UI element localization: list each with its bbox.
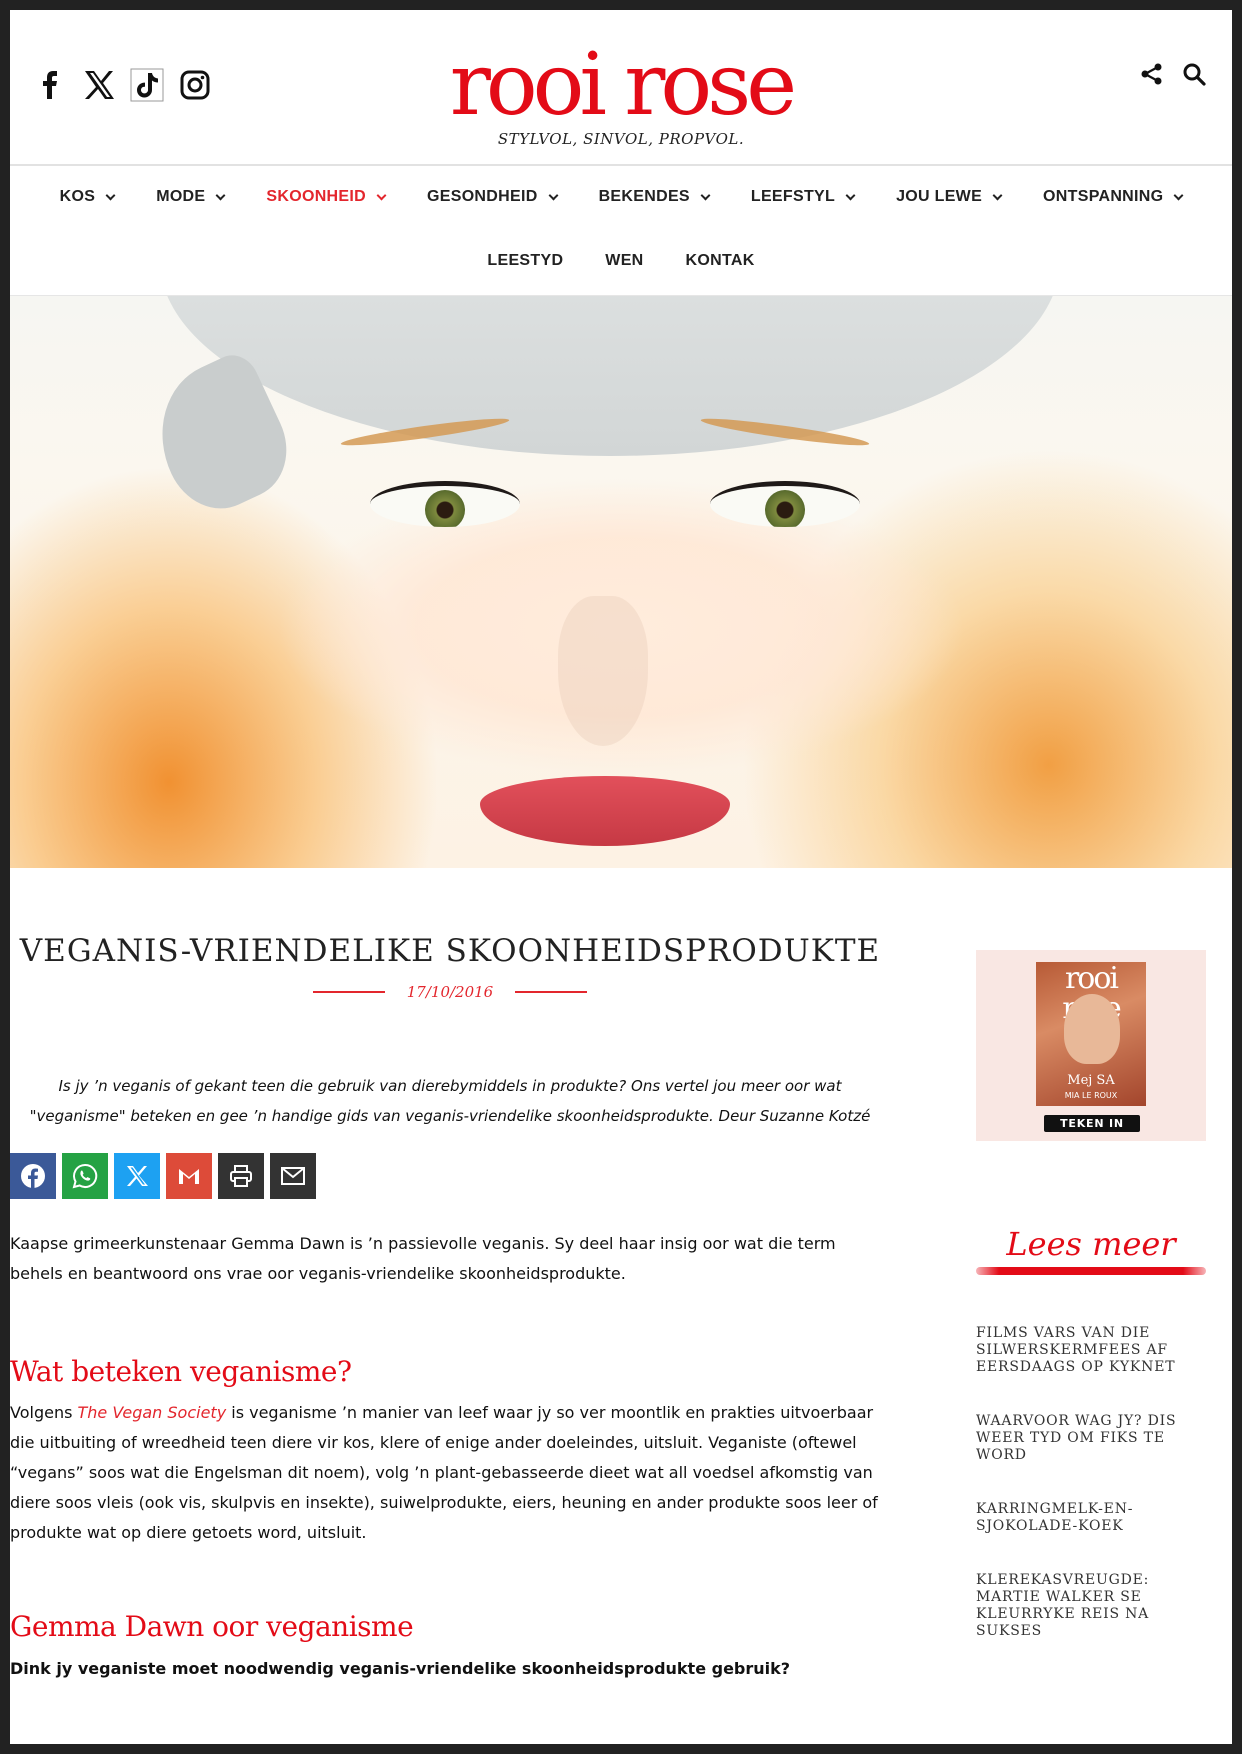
hero-eye-right bbox=[710, 481, 860, 527]
sidebar: rooi rose Mej SA MIA LE ROUX TEKEN IN Le… bbox=[976, 950, 1206, 1677]
nav-label: GESONDHEID bbox=[427, 188, 538, 205]
vegan-society-link[interactable]: The Vegan Society bbox=[78, 1403, 227, 1422]
subscribe-button[interactable]: TEKEN IN bbox=[1044, 1115, 1140, 1132]
hero-cap-shape bbox=[160, 296, 1060, 456]
article-lede: Is jy ’n veganis of gekant teen die gebr… bbox=[29, 1077, 871, 1125]
hero-eye-left bbox=[370, 481, 520, 527]
nav-item-gesondheid[interactable]: GESONDHEID bbox=[427, 188, 559, 206]
nav-item-kontak[interactable]: KONTAK bbox=[686, 252, 755, 270]
header-tools bbox=[1140, 62, 1206, 86]
date-rule-left bbox=[312, 991, 385, 993]
p2-text-after: is veganisme ’n manier van leef waar jy … bbox=[10, 1403, 878, 1542]
magazine-cover: rooi rose Mej SA MIA LE ROUX bbox=[1036, 962, 1146, 1106]
article-date: 17/10/2016 bbox=[406, 983, 494, 1001]
nav-item-kos[interactable]: KOS bbox=[59, 188, 116, 206]
hero-nose bbox=[558, 596, 648, 746]
chevron-down-icon bbox=[376, 190, 387, 200]
nav-label: SKOONHEID bbox=[266, 188, 366, 205]
brush-underline bbox=[976, 1267, 1206, 1275]
hero-lips bbox=[480, 776, 730, 846]
share-gmail-icon[interactable] bbox=[166, 1153, 212, 1199]
chevron-down-icon bbox=[992, 190, 1003, 200]
magazine-cover-face bbox=[1064, 994, 1120, 1064]
search-icon[interactable] bbox=[1182, 62, 1206, 86]
nav-label: BEKENDES bbox=[598, 188, 690, 205]
share-email-icon[interactable] bbox=[270, 1153, 316, 1199]
tagline: STYLVOL, SINVOL, PROPVOL. bbox=[497, 130, 745, 148]
nav-item-bekendes[interactable]: BEKENDES bbox=[598, 188, 711, 206]
chevron-down-icon bbox=[215, 190, 226, 200]
article-title: VEGANIS-VRIENDELIKE SKOONHEIDSPRODUKTE bbox=[19, 933, 881, 969]
nav-label: ONTSPANNING bbox=[1043, 188, 1164, 205]
nav-item-mode[interactable]: MODE bbox=[156, 188, 226, 206]
section-heading-1: Wat beteken veganisme? bbox=[10, 1355, 352, 1388]
hero-image bbox=[10, 296, 1232, 868]
site-header: rooi rose STYLVOL, SINVOL, PROPVOL. bbox=[10, 10, 1232, 166]
nav-label: LEEFSTYL bbox=[750, 188, 836, 205]
related-link[interactable]: WAARVOOR WAG JY? DIS WEER TYD OM FIKS TE… bbox=[976, 1413, 1206, 1464]
main-nav: KOS MODE SKOONHEID GESONDHEID BEKENDES L… bbox=[10, 166, 1232, 296]
interview-question: Dink jy veganiste moet noodwendig vegani… bbox=[10, 1659, 791, 1678]
dateline: 17/10/2016 bbox=[10, 983, 890, 1001]
magazine-cover-name: MIA LE ROUX bbox=[1064, 1091, 1118, 1100]
share-facebook-icon[interactable] bbox=[10, 1153, 56, 1199]
lees-meer-heading: Lees meer bbox=[1006, 1225, 1176, 1263]
related-link[interactable]: KARRINGMELK-EN-SJOKOLADE-KOEK bbox=[976, 1501, 1206, 1535]
nav-row-primary: KOS MODE SKOONHEID GESONDHEID BEKENDES L… bbox=[10, 166, 1232, 228]
article-intro: Kaapse grimeerkunstenaar Gemma Dawn is ’… bbox=[10, 1234, 836, 1283]
page: rooi rose STYLVOL, SINVOL, PROPVOL. KOS … bbox=[10, 10, 1232, 1744]
site-logo[interactable]: rooi rose STYLVOL, SINVOL, PROPVOL. bbox=[10, 35, 1232, 148]
share-whatsapp-icon[interactable] bbox=[62, 1153, 108, 1199]
article: VEGANIS-VRIENDELIKE SKOONHEIDSPRODUKTE 1… bbox=[10, 870, 890, 1678]
related-links: FILMS VARS VAN DIE SILWERSKERMFEES AF EE… bbox=[976, 1325, 1206, 1640]
section-heading-2: Gemma Dawn oor veganisme bbox=[10, 1610, 414, 1643]
nav-label: JOU LEWE bbox=[896, 188, 983, 205]
nav-item-ontspanning[interactable]: ONTSPANNING bbox=[1043, 188, 1184, 206]
chevron-down-icon bbox=[1173, 190, 1184, 200]
share-icon[interactable] bbox=[1140, 62, 1164, 86]
chevron-down-icon bbox=[105, 190, 116, 200]
nav-item-leefstyl[interactable]: LEEFSTYL bbox=[750, 188, 856, 206]
related-link[interactable]: KLEREKASVREUGDE: MARTIE WALKER SE KLEURR… bbox=[976, 1572, 1206, 1640]
nav-label: MODE bbox=[156, 188, 206, 205]
share-print-icon[interactable] bbox=[218, 1153, 264, 1199]
chevron-down-icon bbox=[700, 190, 711, 200]
nav-label: KOS bbox=[59, 188, 96, 205]
share-x-icon[interactable] bbox=[114, 1153, 160, 1199]
logo-wordmark: rooi rose bbox=[449, 35, 797, 135]
nav-item-skoonheid[interactable]: SKOONHEID bbox=[266, 188, 387, 206]
chevron-down-icon bbox=[548, 190, 559, 200]
related-link[interactable]: FILMS VARS VAN DIE SILWERSKERMFEES AF EE… bbox=[976, 1325, 1206, 1376]
nav-item-leestyd[interactable]: LEESTYD bbox=[487, 252, 563, 270]
magazine-subscribe-box[interactable]: rooi rose Mej SA MIA LE ROUX TEKEN IN bbox=[976, 950, 1206, 1141]
share-buttons bbox=[10, 1153, 890, 1199]
nav-row-secondary: LEESTYD WEN KONTAK bbox=[10, 228, 1232, 294]
p2-text-before: Volgens bbox=[10, 1403, 78, 1422]
chevron-down-icon bbox=[845, 190, 856, 200]
date-rule-right bbox=[515, 991, 588, 993]
magazine-cover-title: Mej SA bbox=[1067, 1073, 1115, 1088]
article-paragraph-2: Volgens The Vegan Society is veganisme ’… bbox=[10, 1398, 890, 1548]
nav-item-wen[interactable]: WEN bbox=[605, 252, 643, 270]
nav-item-jou-lewe[interactable]: JOU LEWE bbox=[896, 188, 1003, 206]
